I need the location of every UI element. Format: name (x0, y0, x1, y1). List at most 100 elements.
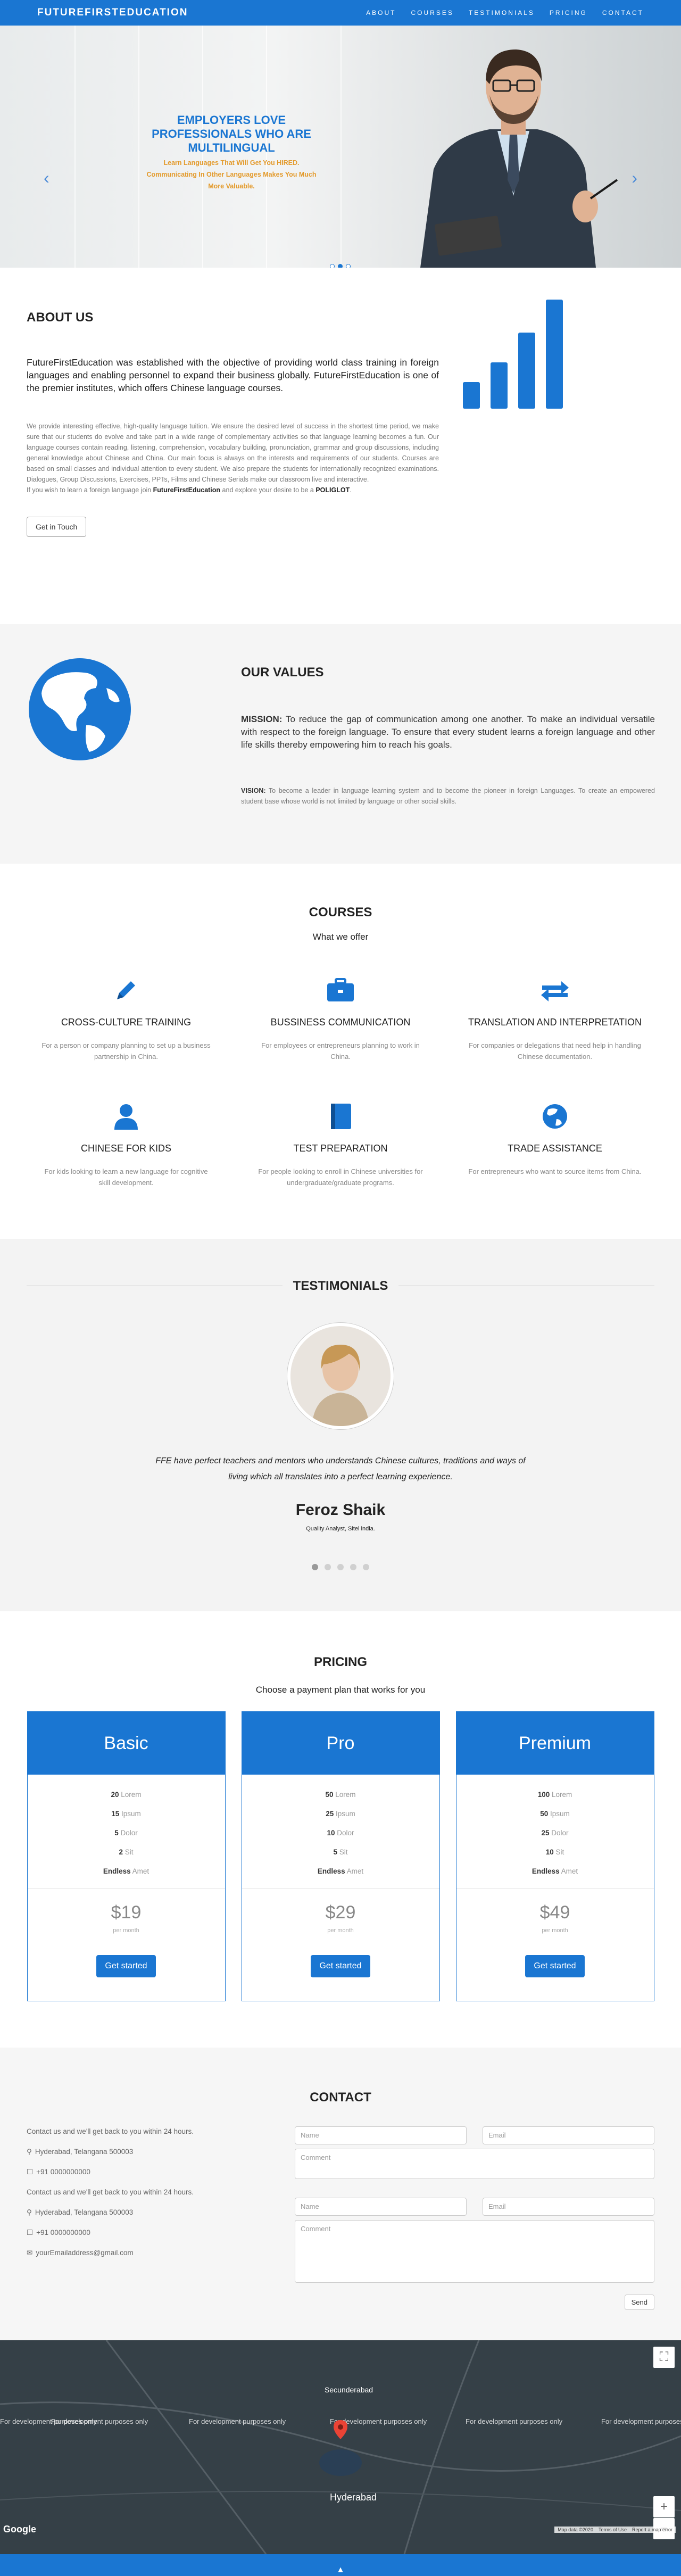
values-section: OUR VALUES MISSION: To reduce the gap of… (0, 624, 681, 864)
about-lead-text: FutureFirstEducation was established wit… (27, 357, 439, 393)
pricing-plans: Basic 20 Lorem 15 Ipsum 5 Dolor 2 Sit En… (0, 1711, 681, 2001)
report-error-link[interactable]: Report a map error (632, 2527, 672, 2532)
carousel-prev-button[interactable]: ‹ (44, 168, 49, 188)
pricing-heading: PRICING (313, 1655, 367, 1669)
about-cta-pre: If you wish to learn a foreign language … (27, 486, 153, 494)
nav-contact[interactable]: CONTACT (602, 9, 644, 16)
testimonial-avatar (287, 1323, 394, 1429)
email-input[interactable]: Email (483, 2126, 654, 2144)
contact-info: Contact us and we'll get back to you wit… (27, 2126, 261, 2268)
briefcase-icon (327, 978, 354, 1001)
map-marker-icon: ⚲ (27, 2148, 32, 2156)
testimonial-dot[interactable] (337, 1564, 344, 1570)
plan-name: Premium (456, 1712, 654, 1775)
map-pin-icon[interactable] (334, 2420, 347, 2439)
vision-label: VISION: (241, 787, 266, 794)
carousel-next-button[interactable]: › (632, 168, 637, 188)
course-card: TRANSLATION AND INTERPRETATION For compa… (467, 974, 643, 1100)
name-input-2[interactable]: Name (295, 2198, 467, 2216)
pricing-section: PRICING Choose a payment plan that works… (0, 1611, 681, 2048)
vision-body: To become a leader in language learning … (241, 787, 655, 805)
comment-textarea[interactable]: Comment (295, 2220, 654, 2283)
nav-links: ABOUT COURSES TESTIMONIALS PRICING CONTA… (366, 9, 644, 16)
values-heading: OUR VALUES (241, 665, 324, 680)
course-desc: For people looking to enroll in Chinese … (258, 1167, 423, 1187)
plan-name: Basic (27, 1712, 225, 1775)
about-cta-poliglot: POLIGLOT (315, 486, 350, 494)
map-city-label: Hyderabad (330, 2492, 377, 2503)
hero-subtitle: Learn Languages That Will Get You HIRED.… (146, 159, 317, 190)
zoom-in-button[interactable]: + (653, 2496, 675, 2517)
phone-icon: ☐ (27, 2229, 34, 2237)
plan-name: Pro (242, 1712, 439, 1775)
nav-about[interactable]: ABOUT (366, 9, 396, 16)
fullscreen-button[interactable]: ⛶ (653, 2347, 675, 2368)
map-data-label: Map data ©2020 (558, 2527, 593, 2532)
testimonial-dot[interactable] (350, 1564, 356, 1570)
plan-period: per month (327, 1927, 354, 1934)
course-desc: For employees or entrepreneurs planning … (261, 1041, 420, 1061)
testimonials-heading: TESTIMONIALS (282, 1279, 399, 1294)
course-desc: For companies or delegations that need h… (469, 1041, 641, 1061)
exchange-icon (541, 981, 569, 1001)
course-card: TRADE ASSISTANCE For entrepreneurs who w… (467, 1100, 643, 1227)
email-input-2[interactable]: Email (483, 2198, 654, 2216)
mission-body: To reduce the gap of communication among… (241, 714, 655, 750)
testimonial-name: Feroz Shaik (295, 1501, 386, 1519)
contact-phone: ☐ +91 0000000000 (27, 2167, 261, 2177)
brand-logo[interactable]: FUTUREFIRSTEDUCATION (37, 7, 188, 19)
contact-form: Name Email Comment Name Email Comment Se… (295, 2126, 654, 2310)
about-body-paragraph: We provide interesting effective, high-q… (27, 423, 439, 483)
get-started-button[interactable]: Get started (96, 1955, 156, 1977)
testimonial-dot[interactable] (363, 1564, 369, 1570)
about-cta-end: . (350, 486, 352, 494)
plan-card-pro: Pro 50 Lorem 25 Ipsum 10 Dolor 5 Sit End… (241, 1711, 440, 2001)
nav-pricing[interactable]: PRICING (550, 9, 587, 16)
get-started-button[interactable]: Get started (311, 1955, 370, 1977)
contact-section: CONTACT Contact us and we'll get back to… (0, 2048, 681, 2340)
course-title: TRANSLATION AND INTERPRETATION (468, 1017, 642, 1028)
plan-price: $19 (111, 1902, 142, 1923)
nav-testimonials[interactable]: TESTIMONIALS (469, 9, 535, 16)
contact-address: ⚲ Hyderabad, Telangana 500003 (27, 2147, 261, 2157)
plan-features: 50 Lorem 25 Ipsum 10 Dolor 5 Sit Endless… (242, 1775, 439, 1889)
google-logo: Google (3, 2524, 36, 2534)
testimonial-dot-active[interactable] (312, 1564, 318, 1570)
get-started-button[interactable]: Get started (525, 1955, 585, 1977)
terms-link[interactable]: Terms of Use (599, 2527, 627, 2532)
globe-icon (543, 1104, 567, 1129)
get-in-touch-button[interactable]: Get in Touch (27, 517, 87, 537)
plan-price: $29 (325, 1902, 356, 1923)
contact-email: ✉ yourEmailaddress@gmail.com (27, 2248, 261, 2258)
send-button[interactable]: Send (624, 2295, 654, 2310)
nav-courses[interactable]: COURSES (411, 9, 454, 16)
courses-heading: COURSES (309, 905, 372, 920)
map-city-label: Secunderabad (325, 2386, 373, 2394)
pencil-icon (117, 981, 135, 999)
contact-heading: CONTACT (310, 2090, 371, 2105)
scroll-top-icon[interactable]: ▲ (336, 2565, 345, 2575)
values-content: OUR VALUES MISSION: To reduce the gap of… (241, 665, 655, 807)
hero-carousel: EMPLOYERS LOVE PROFESSIONALS WHO ARE MUL… (0, 26, 681, 268)
testimonial-indicators (0, 1564, 681, 1570)
carousel-dot-active[interactable] (338, 264, 343, 268)
carousel-dot[interactable] (330, 264, 335, 268)
course-title: TRADE ASSISTANCE (508, 1143, 602, 1154)
comment-input[interactable]: Comment (295, 2149, 654, 2179)
mission-text: MISSION: To reduce the gap of communicat… (241, 713, 655, 751)
testimonial-dot[interactable] (325, 1564, 331, 1570)
plan-features: 100 Lorem 50 Ipsum 25 Dolor 10 Sit Endle… (456, 1775, 654, 1889)
courses-grid: CROSS-CULTURE TRAINING For a person or c… (0, 974, 681, 1227)
courses-section: COURSES What we offer CROSS-CULTURE TRAI… (0, 864, 681, 1239)
about-body-text: We provide interesting effective, high-q… (27, 421, 439, 495)
carousel-dot[interactable] (346, 264, 351, 268)
mission-label: MISSION: (241, 714, 283, 724)
name-input[interactable]: Name (295, 2126, 467, 2144)
contact-intro: Contact us and we'll get back to you wit… (27, 2127, 194, 2135)
course-desc: For entrepreneurs who want to source ite… (468, 1167, 642, 1175)
google-map[interactable]: For development purposes only For develo… (0, 2340, 681, 2554)
course-card: CHINESE FOR KIDS For kids looking to lea… (38, 1100, 214, 1227)
plan-card-premium: Premium 100 Lorem 50 Ipsum 25 Dolor 10 S… (455, 1711, 654, 2001)
contact-phone: ☐ +91 0000000000 (27, 2227, 261, 2238)
course-title: CROSS-CULTURE TRAINING (61, 1017, 192, 1028)
